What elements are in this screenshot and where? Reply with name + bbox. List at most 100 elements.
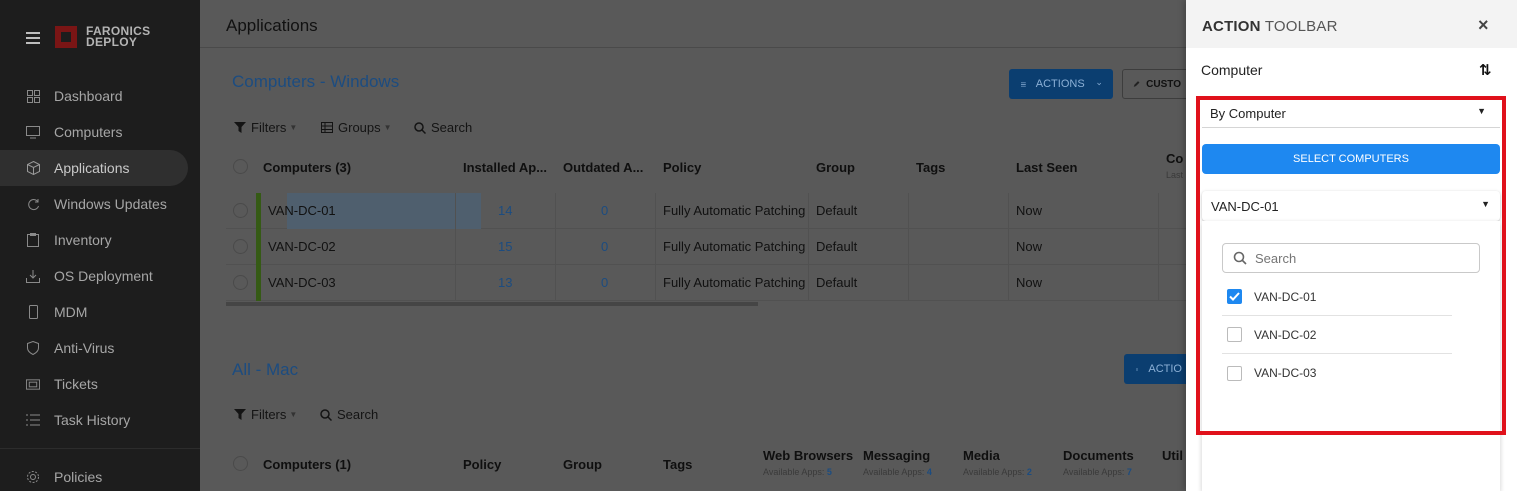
filters-dropdown[interactable]: Filters ▼ <box>234 120 297 135</box>
column-header-media[interactable]: Media <box>963 448 1000 463</box>
sidebar-item-policies[interactable]: Policies <box>0 459 200 491</box>
row-radio[interactable] <box>233 275 248 290</box>
column-header-policy[interactable]: Policy <box>463 457 501 472</box>
panel-title: ACTION TOOLBAR <box>1202 18 1338 35</box>
sidebar-item-applications[interactable]: Applications <box>0 150 188 186</box>
sidebar-item-tickets[interactable]: Tickets <box>0 366 200 402</box>
divider <box>1008 193 1009 229</box>
mac-filters-dropdown[interactable]: Filters ▼ <box>234 407 297 422</box>
sidebar-item-label: OS Deployment <box>54 268 153 284</box>
cell-installed[interactable]: 15 <box>498 239 512 254</box>
mac-select-all-radio[interactable] <box>233 456 248 471</box>
divider <box>0 448 200 449</box>
section-title-mac[interactable]: All - Mac <box>232 360 298 380</box>
divider <box>1008 265 1009 301</box>
column-header-tags[interactable]: Tags <box>916 160 945 175</box>
cell-outdated[interactable]: 0 <box>601 203 608 218</box>
cell-policy: Fully Automatic Patching <box>663 239 806 254</box>
column-header-computers[interactable]: Computers (3) <box>263 160 351 175</box>
search-icon <box>414 121 426 134</box>
pencil-icon <box>1133 81 1140 87</box>
column-header-computers[interactable]: Computers (1) <box>263 457 351 472</box>
available-apps-count: 4 <box>926 467 932 477</box>
sidebar-item-label: Applications <box>54 160 130 176</box>
cell-installed[interactable]: 14 <box>498 203 512 218</box>
mac-actions-button[interactable]: ACTIO <box>1124 354 1194 384</box>
sidebar-nav: Dashboard Computers Applications Windows… <box>0 78 200 438</box>
sidebar-item-windows-updates[interactable]: Windows Updates <box>0 186 200 222</box>
ticket-icon <box>26 377 40 391</box>
sidebar-item-anti-virus[interactable]: Anti-Virus <box>0 330 200 366</box>
customize-button[interactable]: CUSTO <box>1122 69 1192 99</box>
cell-outdated[interactable]: 0 <box>601 239 608 254</box>
horizontal-scrollbar[interactable] <box>226 302 758 306</box>
filters-label: Filters <box>251 407 287 422</box>
panel-title-bold: ACTION <box>1202 18 1261 35</box>
table-row[interactable]: VAN-DC-02 15 0 Fully Automatic Patching … <box>226 229 1226 265</box>
select-all-radio[interactable] <box>233 159 248 174</box>
column-header-utilities[interactable]: Util <box>1162 448 1183 463</box>
sidebar-item-computers[interactable]: Computers <box>0 114 200 150</box>
column-header-group[interactable]: Group <box>563 457 602 472</box>
divider <box>655 229 656 265</box>
refresh-icon <box>26 197 40 211</box>
section-title-windows[interactable]: Computers - Windows <box>232 72 399 92</box>
divider <box>808 193 809 229</box>
column-header-web-browsers[interactable]: Web Browsers <box>763 448 853 463</box>
caret-down-icon: ▼ <box>289 410 298 419</box>
search-icon <box>320 408 332 421</box>
sidebar-item-label: Dashboard <box>54 88 123 104</box>
status-bar <box>256 193 261 229</box>
menu-icon[interactable] <box>26 32 40 44</box>
sidebar-item-inventory[interactable]: Inventory <box>0 222 200 258</box>
cell-outdated[interactable]: 0 <box>601 275 608 290</box>
groups-label: Groups <box>338 120 381 135</box>
row-radio[interactable] <box>233 203 248 218</box>
column-header-policy[interactable]: Policy <box>663 160 701 175</box>
sidebar-item-label: Windows Updates <box>54 196 167 212</box>
column-header-last-seen[interactable]: Last Seen <box>1016 160 1077 175</box>
panel-section-label: Computer <box>1201 62 1263 78</box>
sidebar-item-mdm[interactable]: MDM <box>0 294 200 330</box>
sidebar-item-label: Anti-Virus <box>54 340 115 356</box>
available-apps-count: 2 <box>1026 467 1032 477</box>
sidebar-item-label: MDM <box>54 304 88 320</box>
column-header-group[interactable]: Group <box>816 160 855 175</box>
search-button[interactable]: Search <box>414 120 472 135</box>
sidebar-item-os-deployment[interactable]: OS Deployment <box>0 258 200 294</box>
status-bar <box>256 229 261 265</box>
sort-icon[interactable]: ⇅ <box>1479 61 1492 79</box>
column-header-installed[interactable]: Installed Ap... <box>463 160 547 175</box>
table-icon <box>321 122 333 133</box>
available-apps-label: Available Apps: 5 <box>763 467 832 477</box>
column-header-messaging[interactable]: Messaging <box>863 448 930 463</box>
cell-installed[interactable]: 13 <box>498 275 512 290</box>
divider <box>1158 229 1159 265</box>
sidebar-item-dashboard[interactable]: Dashboard <box>0 78 200 114</box>
sidebar-item-label: Task History <box>54 412 131 428</box>
actions-button[interactable]: ACTIONS <box>1009 69 1113 99</box>
cell-computer-name[interactable]: VAN-DC-03 <box>268 275 336 290</box>
action-toolbar-panel: ACTION TOOLBAR × Computer ⇅ By Computer … <box>1186 0 1517 491</box>
divider <box>455 193 456 229</box>
sidebar-item-task-history[interactable]: Task History <box>0 402 200 438</box>
sidebar-item-label: Policies <box>54 469 103 485</box>
groups-dropdown[interactable]: Groups ▼ <box>321 120 392 135</box>
available-apps-label: Available Apps: 7 <box>1063 467 1132 477</box>
table-row[interactable]: VAN-DC-01 14 0 Fully Automatic Patching … <box>226 193 1226 229</box>
column-header-tags[interactable]: Tags <box>663 457 692 472</box>
column-header-outdated[interactable]: Outdated A... <box>563 160 643 175</box>
cell-computer-name[interactable]: VAN-DC-01 <box>268 203 336 218</box>
cell-computer-name[interactable]: VAN-DC-02 <box>268 239 336 254</box>
table-row[interactable]: VAN-DC-03 13 0 Fully Automatic Patching … <box>226 265 1226 301</box>
row-radio[interactable] <box>233 239 248 254</box>
status-bar <box>256 265 261 301</box>
sidebar-item-label: Inventory <box>54 232 112 248</box>
caret-down-icon: ▼ <box>289 123 298 132</box>
mac-search-button[interactable]: Search <box>320 407 378 422</box>
column-header-documents[interactable]: Documents <box>1063 448 1134 463</box>
gear-icon <box>26 470 40 484</box>
column-header-co[interactable]: Co <box>1166 151 1183 166</box>
cell-last-seen: Now <box>1016 203 1043 218</box>
close-icon[interactable]: × <box>1478 15 1489 36</box>
